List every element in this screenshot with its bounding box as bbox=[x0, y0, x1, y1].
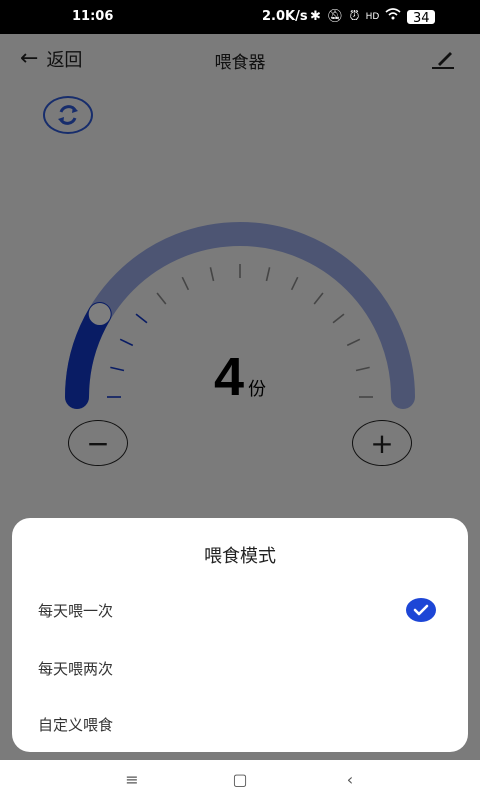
option-twice-daily[interactable]: 每天喂两次 bbox=[12, 646, 468, 692]
back-icon[interactable]: ‹ bbox=[338, 768, 362, 792]
status-icons: ✱ 🔕︎ ⏰︎ HD 34 bbox=[310, 8, 436, 26]
network-speed: 2.0K/s bbox=[262, 9, 308, 24]
menu-icon[interactable]: ≡ bbox=[120, 768, 144, 792]
feeding-mode-sheet: 喂食模式 每天喂一次 每天喂两次 自定义喂食 bbox=[12, 518, 468, 752]
home-icon[interactable]: ▢ bbox=[228, 768, 252, 792]
option-label: 每天喂一次 bbox=[38, 602, 114, 620]
bluetooth-icon: ✱ bbox=[310, 8, 321, 24]
hd-icon: HD bbox=[365, 11, 380, 22]
sheet-title: 喂食模式 bbox=[204, 546, 276, 567]
status-bar: 11:06 2.0K/s ✱ 🔕︎ ⏰︎ HD 34 bbox=[0, 0, 480, 34]
option-label: 每天喂两次 bbox=[38, 660, 114, 678]
system-nav-bar: ≡ ▢ ‹ bbox=[0, 760, 480, 800]
battery-icon: 34 bbox=[407, 9, 436, 26]
status-time: 11:06 bbox=[72, 9, 114, 24]
option-once-daily[interactable]: 每天喂一次 bbox=[12, 588, 468, 634]
check-icon bbox=[406, 598, 436, 622]
option-custom-feeding[interactable]: 自定义喂食 bbox=[12, 702, 468, 748]
option-label: 自定义喂食 bbox=[38, 716, 114, 734]
alarm-icon: ⏰︎ bbox=[349, 8, 360, 24]
mute-icon: 🔕︎ bbox=[326, 8, 344, 24]
wifi-icon bbox=[385, 8, 401, 25]
